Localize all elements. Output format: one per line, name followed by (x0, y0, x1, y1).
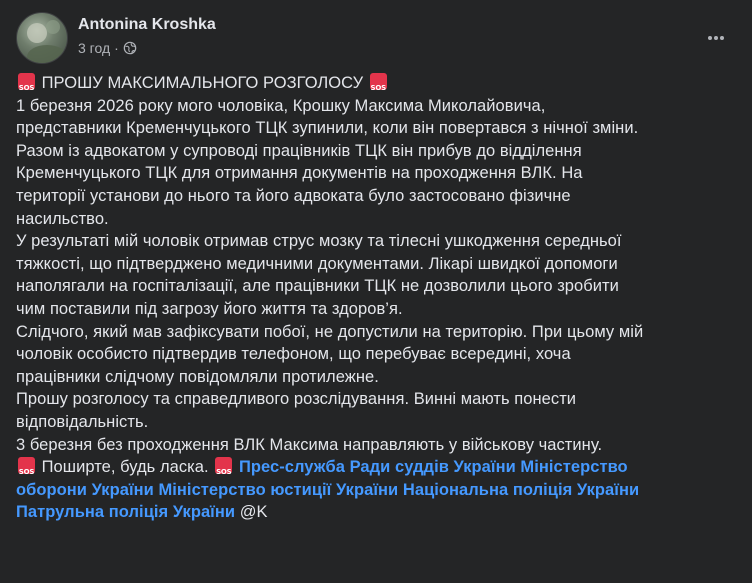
post-header: Antonina Kroshka 3 год · (16, 12, 736, 64)
text-line: представники Кременчуцького ТЦК зупинили… (16, 119, 639, 138)
post-title-line: ПРОШУ МАКСИМАЛЬНОГО РОЗГОЛОСУ (16, 72, 738, 100)
text-line: чоловік особисто підтвердив телефоном, щ… (16, 345, 571, 364)
meta-separator: · (114, 40, 119, 56)
sos-icon (215, 457, 233, 484)
post-card: Antonina Kroshka 3 год · ПРОШУ МАКСИМАЛЬ… (0, 0, 752, 583)
post-time[interactable]: 3 год (78, 40, 110, 56)
author-name[interactable]: Antonina Kroshka (78, 16, 216, 34)
more-options-button[interactable] (698, 20, 734, 56)
sos-icon (18, 457, 35, 484)
share-text: Поширте, будь ласка. (41, 458, 209, 477)
globe-icon[interactable] (123, 41, 137, 55)
text-line: відповідальність. (16, 412, 149, 431)
mention-text[interactable]: @K (240, 503, 268, 521)
post-text: ПРОШУ МАКСИМАЛЬНОГО РОЗГОЛОСУ 1 березня … (16, 72, 738, 524)
tag-link[interactable]: оборони України Міністерство юстиції Укр… (16, 481, 639, 499)
author-avatar[interactable] (16, 12, 68, 64)
text-line: чим поставили під загрозу його життя та … (16, 299, 403, 318)
tag-link[interactable]: Прес-служба Ради суддів України Міністер… (239, 458, 628, 476)
more-options-icon (708, 36, 724, 40)
avatar-photo-icon (27, 20, 67, 63)
text-line: працівники слідчому повідомляли протилеж… (16, 367, 379, 386)
tags-line: оборони України Міністерство юстиції Укр… (16, 479, 738, 502)
text-line: території установи до нього та його адво… (16, 186, 571, 205)
tag-link[interactable]: Патрульна поліція України (16, 503, 235, 521)
text-line: Кременчуцького ТЦК для отримання докумен… (16, 164, 583, 183)
text-line: 3 березня без проходження ВЛК Максима на… (16, 435, 603, 454)
share-line: Поширте, будь ласка. Прес-служба Ради су… (16, 456, 738, 484)
post-meta: 3 год · (78, 40, 137, 56)
text-line: тяжкості, що підтверджено медичними доку… (16, 254, 618, 273)
tags-line: Патрульна поліція України @K (16, 501, 738, 524)
sos-icon (369, 73, 387, 100)
sos-icon (18, 73, 35, 100)
text-line: Разом із адвокатом у супроводі працівник… (16, 141, 582, 160)
text-line: наполягали на госпіталізації, але праців… (16, 277, 619, 296)
text-line: Слідчого, який мав зафіксувати побої, не… (16, 322, 644, 341)
text-line: Прошу розголосу та справедливого розслід… (16, 390, 577, 409)
post-title: ПРОШУ МАКСИМАЛЬНОГО РОЗГОЛОСУ (41, 74, 364, 92)
text-line: насильство. (16, 209, 109, 228)
text-line: У результаті мій чоловік отримав струс м… (16, 232, 622, 251)
